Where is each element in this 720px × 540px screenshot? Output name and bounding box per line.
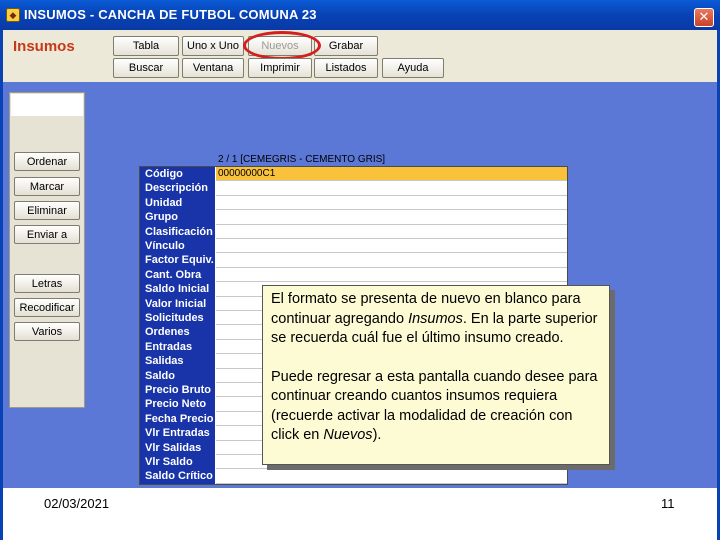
form-row: Descripción: [140, 181, 567, 196]
form-row: Saldo Crítico: [140, 469, 567, 484]
field-input[interactable]: [216, 195, 567, 211]
field-input[interactable]: [216, 224, 567, 239]
last-record-indicator: 2 / 1 [CEMEGRIS - CEMENTO GRIS]: [218, 154, 386, 165]
nuevos-highlight-circle: [243, 31, 321, 60]
field-label: Solicitudes: [140, 311, 215, 326]
field-label: Saldo: [140, 368, 215, 383]
form-row: Clasificación: [140, 224, 567, 239]
title-bar: ◆ INSUMOS - CANCHA DE FUTBOL COMUNA 23 ✕: [0, 0, 720, 30]
window-title: INSUMOS - CANCHA DE FUTBOL COMUNA 23: [24, 7, 317, 22]
callout-paragraph-1: El formato se presenta de nuevo en blanc…: [271, 291, 598, 346]
uno-x-uno-button[interactable]: Uno x Uno: [182, 36, 244, 56]
buscar-button[interactable]: Buscar: [113, 58, 179, 78]
callout-paragraph-2: Puede regresar a esta pantalla cuando de…: [271, 368, 598, 444]
letras-button[interactable]: Letras: [14, 274, 80, 293]
ventana-button[interactable]: Ventana: [182, 58, 244, 78]
recodificar-button[interactable]: Recodificar: [14, 298, 80, 317]
field-label: Ordenes: [140, 325, 215, 340]
field-label: Vínculo: [140, 239, 215, 254]
app-icon: ◆: [6, 8, 20, 22]
field-label: Código: [140, 167, 215, 182]
close-icon[interactable]: ✕: [694, 8, 714, 27]
field-input[interactable]: [216, 181, 567, 196]
form-row: Unidad: [140, 195, 567, 211]
field-label: Fecha Precio: [140, 411, 215, 427]
listados-button[interactable]: Listados: [314, 58, 378, 78]
imprimir-button[interactable]: Imprimir: [248, 58, 312, 78]
marcar-button[interactable]: Marcar: [14, 177, 80, 196]
field-label: Precio Bruto: [140, 383, 215, 398]
eliminar-button[interactable]: Eliminar: [14, 201, 80, 220]
explanation-callout: El formato se presenta de nuevo en blanc…: [262, 285, 610, 465]
module-title: Insumos: [13, 38, 75, 55]
field-label: Vlr Saldo: [140, 455, 215, 470]
enviar-a-button[interactable]: Enviar a: [14, 225, 80, 244]
field-label: Cant. Obra: [140, 267, 215, 283]
form-row: Vínculo: [140, 239, 567, 254]
field-label: Grupo: [140, 210, 215, 225]
field-label: Salidas: [140, 354, 215, 369]
tabla-button[interactable]: Tabla: [113, 36, 179, 56]
field-label: Precio Neto: [140, 397, 215, 412]
sidebar-header-field: [11, 94, 83, 116]
field-input[interactable]: [216, 267, 567, 283]
field-input[interactable]: 00000000C1: [216, 167, 567, 182]
slide-footer: [3, 488, 717, 540]
field-label: Entradas: [140, 339, 215, 355]
field-label: Saldo Inicial: [140, 282, 215, 297]
field-input[interactable]: [216, 239, 567, 254]
field-label: Vlr Entradas: [140, 426, 215, 441]
field-label: Factor Equiv.: [140, 253, 215, 268]
field-label: Unidad: [140, 195, 215, 211]
ordenar-button[interactable]: Ordenar: [14, 152, 80, 171]
field-input[interactable]: [216, 253, 567, 268]
field-label: Saldo Crítico: [140, 469, 215, 484]
slide-date: 02/03/2021: [44, 496, 110, 511]
field-input[interactable]: [216, 210, 567, 225]
form-row: Factor Equiv.: [140, 253, 567, 268]
sidebar: [9, 92, 85, 408]
slide-page-number: 11: [661, 496, 675, 511]
field-label: Descripción: [140, 181, 215, 196]
ayuda-button[interactable]: Ayuda: [382, 58, 444, 78]
field-label: Vlr Salidas: [140, 440, 215, 455]
form-row: Código 00000000C1: [140, 167, 567, 182]
form-row: Cant. Obra: [140, 267, 567, 283]
field-label: Clasificación: [140, 224, 215, 239]
form-row: Grupo: [140, 210, 567, 225]
varios-button[interactable]: Varios: [14, 322, 80, 341]
grabar-button[interactable]: Grabar: [314, 36, 378, 56]
field-input[interactable]: [216, 469, 567, 484]
field-label: Valor Inicial: [140, 296, 215, 311]
